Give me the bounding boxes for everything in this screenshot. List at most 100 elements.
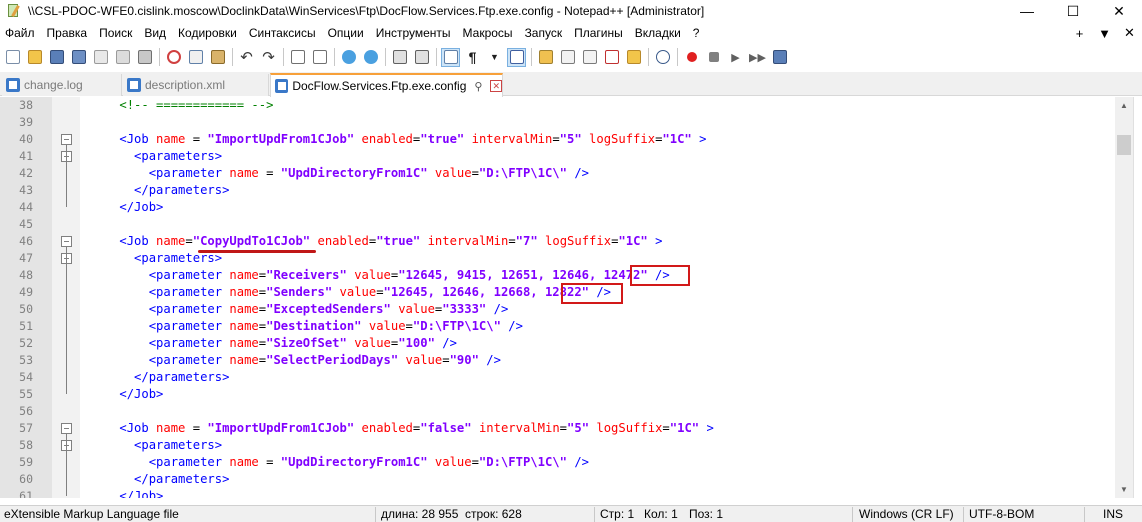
zoom-out-icon[interactable]: [361, 48, 380, 67]
sync-vertical-icon[interactable]: [390, 48, 409, 67]
save-macro-icon[interactable]: [770, 48, 789, 67]
scrollbar-thumb[interactable]: [1117, 135, 1131, 155]
copy-icon[interactable]: [186, 48, 205, 67]
folder-workspace-icon[interactable]: [624, 48, 643, 67]
code-line[interactable]: 43 </parameters>: [0, 182, 1133, 199]
replace-icon[interactable]: [310, 48, 329, 67]
code-line[interactable]: 44 </Job>: [0, 199, 1133, 216]
close-document-button[interactable]: ✕: [1117, 25, 1142, 41]
menu-view[interactable]: Вид: [138, 26, 172, 40]
pin-icon[interactable]: ⚲: [474, 80, 482, 93]
tab-description-xml[interactable]: description.xml: [123, 74, 269, 96]
show-symbols-dropdown-icon[interactable]: ▼: [485, 48, 504, 67]
doc-list-icon[interactable]: [580, 48, 599, 67]
status-eol-format[interactable]: Windows (CR LF): [859, 507, 954, 522]
stop-macro-icon[interactable]: [704, 48, 723, 67]
code-line[interactable]: 56: [0, 403, 1133, 420]
code-line[interactable]: 42 <parameter name = "UpdDirectoryFrom1C…: [0, 165, 1133, 182]
word-wrap-icon[interactable]: [441, 47, 460, 67]
scroll-down-icon[interactable]: ▼: [1115, 481, 1133, 498]
close-file-icon[interactable]: [91, 48, 110, 67]
code-line[interactable]: 38 <!-- ============ -->: [0, 97, 1133, 114]
menu-encoding[interactable]: Кодировки: [172, 26, 243, 40]
code-line[interactable]: 60 </parameters>: [0, 471, 1133, 488]
code-token: "1C": [662, 132, 692, 146]
fold-guide-line: [66, 145, 67, 207]
code-line[interactable]: 46 <Job name="CopyUpdTo1CJob" enabled="t…: [0, 233, 1133, 250]
fold-toggle-icon[interactable]: [61, 236, 72, 247]
function-list-icon[interactable]: [602, 48, 621, 67]
code-line[interactable]: 59 <parameter name = "UpdDirectoryFrom1C…: [0, 454, 1133, 471]
fold-toggle-icon[interactable]: [61, 134, 72, 145]
line-number: 52: [19, 336, 33, 350]
menu-plugins[interactable]: Плагины: [568, 26, 629, 40]
code-line[interactable]: 52 <parameter name="SizeOfSet" value="10…: [0, 335, 1133, 352]
code-text: <!-- ============ -->: [90, 97, 273, 114]
record-macro-icon[interactable]: [682, 48, 701, 67]
undo-icon[interactable]: ↶: [237, 48, 256, 67]
code-token: enabled: [317, 234, 369, 248]
code-token: logSuffix: [589, 132, 656, 146]
notepadpp-app-icon[interactable]: [6, 3, 22, 19]
code-line[interactable]: 39: [0, 114, 1133, 131]
code-line[interactable]: 41 <parameters>: [0, 148, 1133, 165]
open-file-icon[interactable]: [25, 48, 44, 67]
play-multiple-macro-icon[interactable]: ▶▶: [748, 48, 767, 67]
menu-edit[interactable]: Правка: [41, 26, 94, 40]
define-language-icon[interactable]: [536, 48, 555, 67]
code-line[interactable]: 47 <parameters>: [0, 250, 1133, 267]
sync-horizontal-icon[interactable]: [412, 48, 431, 67]
new-file-icon[interactable]: [3, 48, 22, 67]
cut-icon[interactable]: [164, 48, 183, 67]
code-line[interactable]: 45: [0, 216, 1133, 233]
menu-search[interactable]: Поиск: [93, 26, 138, 40]
close-all-icon[interactable]: [113, 48, 132, 67]
zoom-in-icon[interactable]: [339, 48, 358, 67]
line-number: 61: [19, 489, 33, 498]
menu-macro[interactable]: Макросы: [457, 26, 519, 40]
menu-language[interactable]: Синтаксисы: [243, 26, 322, 40]
monitoring-icon[interactable]: [653, 48, 672, 67]
find-icon[interactable]: [288, 48, 307, 67]
menu-run[interactable]: Запуск: [519, 26, 569, 40]
code-line[interactable]: 55 </Job>: [0, 386, 1133, 403]
menu-settings[interactable]: Опции: [322, 26, 370, 40]
save-all-icon[interactable]: [69, 48, 88, 67]
close-window-button[interactable]: ✕: [1096, 0, 1142, 22]
code-line[interactable]: 40 <Job name = "ImportUpdFrom1CJob" enab…: [0, 131, 1133, 148]
code-line[interactable]: 57 <Job name = "ImportUpdFrom1CJob" enab…: [0, 420, 1133, 437]
fold-toggle-icon[interactable]: [61, 423, 72, 434]
minimize-button[interactable]: —: [1004, 0, 1050, 22]
show-all-chars-icon[interactable]: ¶: [463, 48, 482, 67]
code-line[interactable]: 61 </Job>: [0, 488, 1133, 498]
save-icon[interactable]: [47, 48, 66, 67]
play-macro-icon[interactable]: ▶: [726, 48, 745, 67]
scroll-up-icon[interactable]: ▲: [1115, 97, 1133, 114]
code-line[interactable]: 48 <parameter name="Receivers" value="12…: [0, 267, 1133, 284]
code-editor[interactable]: 38 <!-- ============ --> 39 40 <Job name =…: [0, 97, 1133, 498]
code-line[interactable]: 53 <parameter name = "SelectPeriodDays" va…: [0, 352, 1133, 369]
status-insert-mode[interactable]: INS: [1103, 507, 1123, 522]
code-token: =: [258, 455, 281, 469]
vertical-scrollbar[interactable]: ▲ ▼: [1115, 97, 1133, 498]
tab-change-log[interactable]: change.log: [2, 74, 122, 96]
tab-docflow-config[interactable]: DocFlow.Services.Ftp.exe.config ⚲ ✕: [270, 73, 503, 97]
paste-icon[interactable]: [208, 48, 227, 67]
menu-help[interactable]: ?: [687, 26, 706, 40]
maximize-button[interactable]: ☐: [1050, 0, 1096, 22]
menu-file[interactable]: Файл: [0, 26, 41, 40]
tab-list-dropdown[interactable]: ▼: [1092, 26, 1117, 41]
indent-guide-icon[interactable]: [507, 47, 526, 67]
menu-window[interactable]: Вкладки: [629, 26, 687, 40]
code-line[interactable]: 54 </parameters>: [0, 369, 1133, 386]
status-encoding[interactable]: UTF-8-BOM: [969, 507, 1034, 522]
menu-tools[interactable]: Инструменты: [370, 26, 457, 40]
redo-icon[interactable]: ↷: [259, 48, 278, 67]
close-tab-icon[interactable]: ✕: [490, 80, 502, 92]
print-icon[interactable]: [135, 48, 154, 67]
code-line[interactable]: 51 <parameter name="Destination" value="…: [0, 318, 1133, 335]
code-line[interactable]: 58 <parameters>: [0, 437, 1133, 454]
doc-map-icon[interactable]: [558, 48, 577, 67]
new-tab-button[interactable]: +: [1067, 26, 1092, 41]
